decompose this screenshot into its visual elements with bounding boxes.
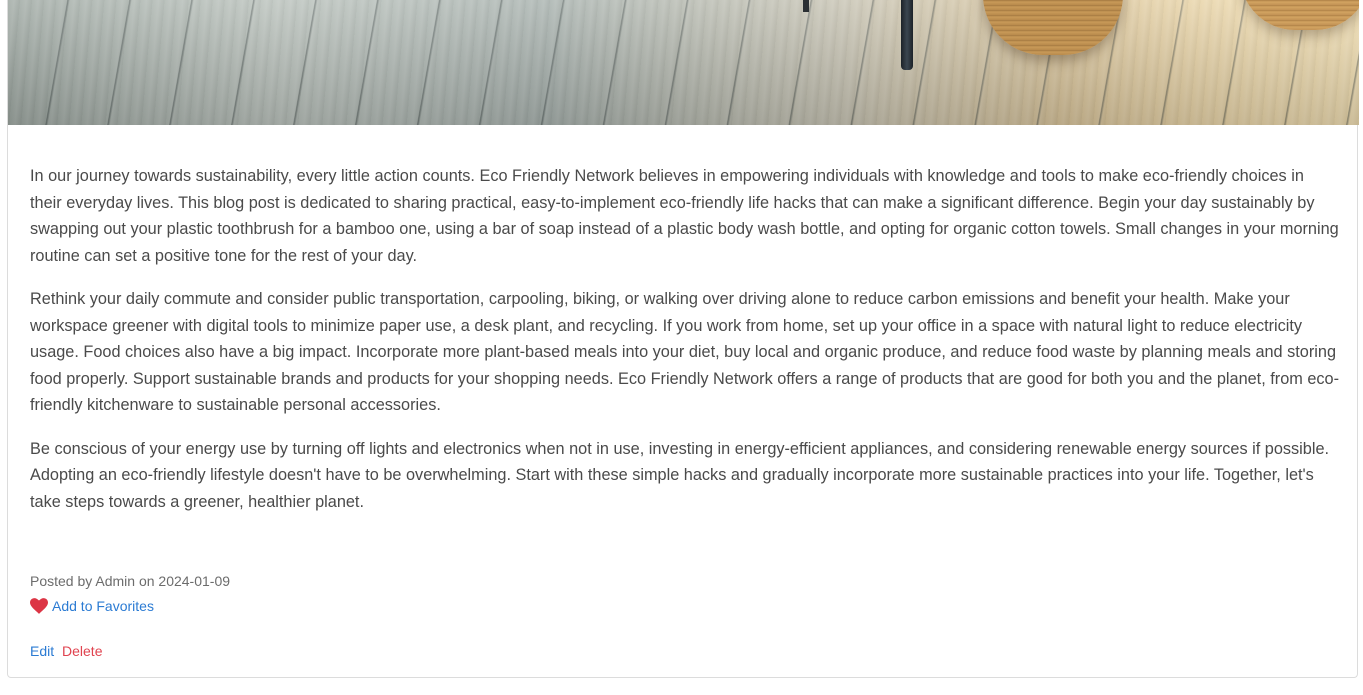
heart-icon [30, 598, 48, 614]
post-hero-image [8, 0, 1359, 125]
post-paragraph: Be conscious of your energy use by turni… [30, 439, 1330, 511]
post-actions: Edit Delete [30, 643, 102, 659]
delete-link[interactable]: Delete [62, 643, 102, 659]
blog-post-card: In our journey towards sustainability, e… [7, 0, 1359, 678]
add-to-favorites-label: Add to Favorites [52, 598, 154, 614]
post-body: In our journey towards sustainability, e… [30, 163, 1340, 532]
post-paragraph: Rethink your daily commute and consider … [30, 290, 1340, 414]
post-paragraph: In our journey towards sustainability, e… [30, 167, 1339, 265]
edit-link[interactable]: Edit [30, 643, 54, 659]
add-to-favorites-link[interactable]: Add to Favorites [30, 598, 154, 614]
post-meta: Posted by Admin on 2024-01-09 [30, 573, 231, 589]
